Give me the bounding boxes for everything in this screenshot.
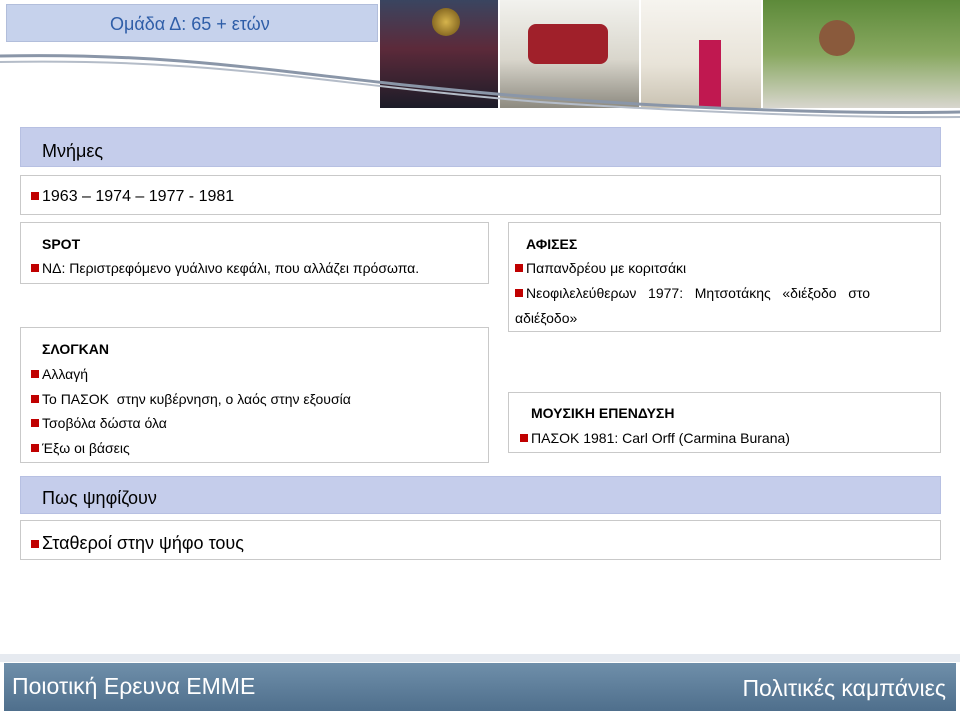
voting-title: Πως ψηφίζουν xyxy=(42,488,157,508)
memories-title: Μνήμες xyxy=(42,141,104,161)
voting-box: Σταθεροί στην ψήφο τους xyxy=(20,520,941,560)
slogans-box: ΣΛΟΓΚΑΝ Αλλαγή Το ΠΑΣΟΚ στην κυβέρνηση, … xyxy=(20,327,489,463)
bullet-icon xyxy=(31,540,39,548)
bullet-icon xyxy=(31,264,39,272)
posters-box: ΑΦΙΣΕΣ Παπανδρέου με κοριτσάκι Νεοφιλελε… xyxy=(508,222,941,332)
bullet-icon xyxy=(31,444,39,452)
spot-item: ΝΔ: Περιστρεφόμενο γυάλινο κεφάλι, που α… xyxy=(31,260,419,276)
memories-header: Μνήμες xyxy=(20,127,941,167)
bullet-icon xyxy=(515,264,523,272)
posters-item-continuation: αδιέξοδο» xyxy=(515,310,578,326)
footer-bar: Ποιοτική Ερευνα ΕΜΜΕ Πολιτικές καμπάνιες xyxy=(4,663,956,711)
footer-divider xyxy=(0,654,960,662)
slogan-item: Έξω οι βάσεις xyxy=(31,440,130,456)
memories-box: 1963 – 1974 – 1977 - 1981 xyxy=(20,175,941,215)
spot-title: SPOT xyxy=(42,236,81,252)
posters-item: Νεοφιλελεύθερων 1977: Μητσοτάκης «διέξοδ… xyxy=(515,285,870,301)
bullet-icon xyxy=(515,289,523,297)
spot-box: SPOT ΝΔ: Περιστρεφόμενο γυάλινο κεφάλι, … xyxy=(20,222,489,284)
slogan-item: Τσοβόλα δώστα όλα xyxy=(31,415,167,431)
music-box: ΜΟΥΣΙΚΗ ΕΠΕΝΔΥΣΗ ΠΑΣΟΚ 1981: Carl Orff (… xyxy=(508,392,941,453)
voting-item: Σταθεροί στην ψήφο τους xyxy=(31,533,244,554)
decorative-swoosh xyxy=(0,54,960,119)
footer-left-text: Ποιοτική Ερευνα ΕΜΜΕ xyxy=(12,673,256,699)
music-title: ΜΟΥΣΙΚΗ ΕΠΕΝΔΥΣΗ xyxy=(531,405,675,421)
posters-title: ΑΦΙΣΕΣ xyxy=(526,236,578,252)
bullet-icon xyxy=(31,395,39,403)
memories-years: 1963 – 1974 – 1977 - 1981 xyxy=(31,188,234,206)
footer-right-text: Πολιτικές καμπάνιες xyxy=(742,675,946,701)
slogan-item: Αλλαγή xyxy=(31,366,88,382)
bullet-icon xyxy=(520,434,528,442)
bullet-icon xyxy=(31,192,39,200)
posters-item: Παπανδρέου με κοριτσάκι xyxy=(515,260,686,276)
bullet-icon xyxy=(31,419,39,427)
slogan-item: Το ΠΑΣΟΚ στην κυβέρνηση, ο λαός στην εξο… xyxy=(31,391,351,407)
music-item: ΠΑΣΟΚ 1981: Carl Orff (Carmina Burana) xyxy=(520,430,790,446)
slogans-title: ΣΛΟΓΚΑΝ xyxy=(42,341,109,357)
page-title: Ομάδα Δ: 65 + ετών xyxy=(110,14,270,34)
voting-header: Πως ψηφίζουν xyxy=(20,476,941,514)
bullet-icon xyxy=(31,370,39,378)
page-title-bar: Ομάδα Δ: 65 + ετών xyxy=(6,4,378,42)
